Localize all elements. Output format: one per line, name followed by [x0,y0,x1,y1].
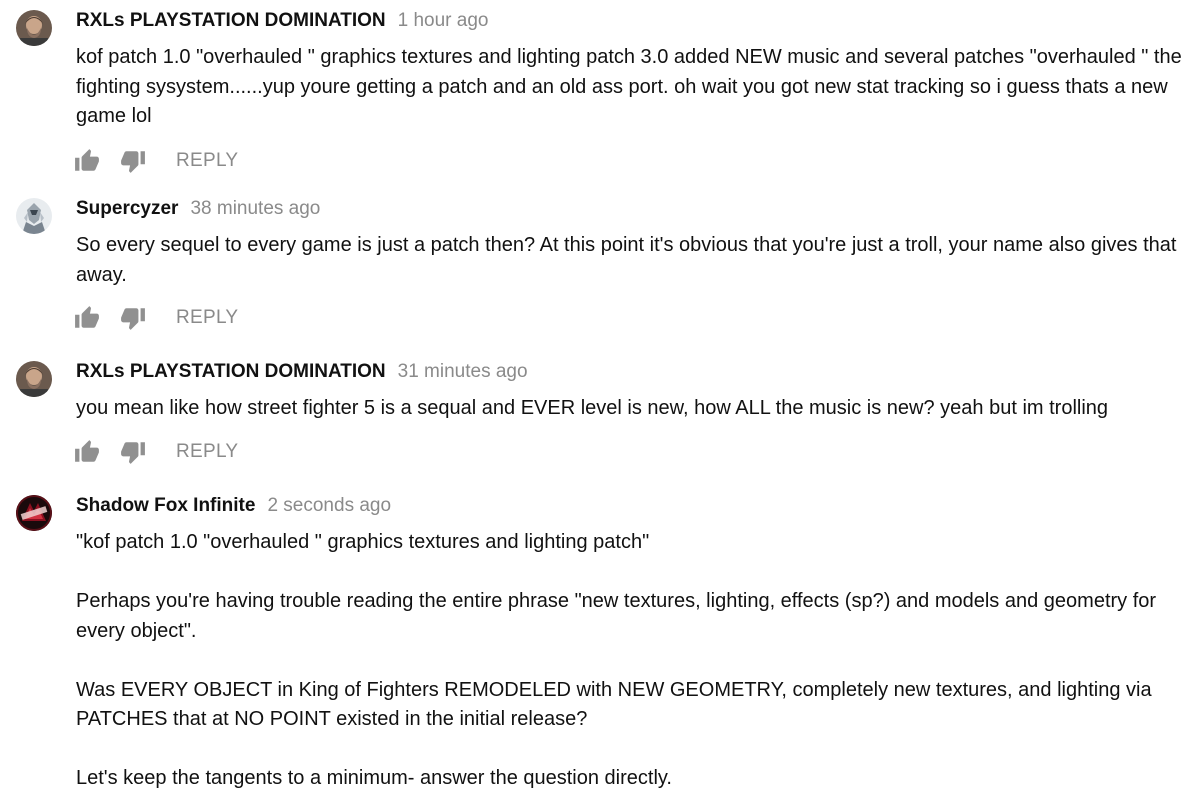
avatar[interactable] [16,495,52,531]
avatar[interactable] [16,10,52,46]
fox-logo-avatar-icon [16,495,52,531]
comment-time[interactable]: 2 seconds ago [267,493,391,519]
comment-text: So every sequel to every game is just a … [76,231,1186,290]
avatar[interactable] [16,361,52,397]
comment-text: you mean like how street fighter 5 is a … [76,394,1186,424]
comment-time[interactable]: 31 minutes ago [398,359,528,385]
armored-figure-avatar-icon [16,198,52,234]
comment-body: Supercyzer 38 minutes ago So every seque… [76,196,1186,290]
comment-paragraph: Perhaps you're having trouble reading th… [76,590,1157,642]
reply-button[interactable]: REPLY [176,307,238,329]
comment-paragraph: "kof patch 1.0 "overhauled " graphics te… [76,531,650,553]
comment-body: Shadow Fox Infinite 2 seconds ago "kof p… [76,493,1186,794]
thumbs-down-icon[interactable] [120,305,146,331]
comment-author[interactable]: Shadow Fox Infinite [76,493,255,519]
comment-paragraph: Let's keep the tangents to a minimum- an… [76,767,672,789]
thumbs-down-icon[interactable] [120,439,146,465]
comment-header: Supercyzer 38 minutes ago [76,196,1186,222]
comment-actions: REPLY [74,147,1186,175]
comment-time[interactable]: 1 hour ago [398,8,489,34]
comment-actions: REPLY [74,304,1186,332]
thumbs-down-icon[interactable] [120,148,146,174]
comment-paragraph: So every sequel to every game is just a … [76,234,1177,286]
reply-button[interactable]: REPLY [176,441,238,463]
comment-author[interactable]: Supercyzer [76,196,178,222]
comment-body: RXLs PLAYSTATION DOMINATION 31 minutes a… [76,359,1186,424]
comment-text: kof patch 1.0 "overhauled " graphics tex… [76,43,1186,132]
thumbs-up-icon[interactable] [74,305,100,331]
comment-author[interactable]: RXLs PLAYSTATION DOMINATION [76,8,386,34]
comment-header: RXLs PLAYSTATION DOMINATION 1 hour ago [76,8,1186,34]
comment-paragraph: kof patch 1.0 "overhauled " graphics tex… [76,46,1182,127]
comment-time[interactable]: 38 minutes ago [190,196,320,222]
comment-text: "kof patch 1.0 "overhauled " graphics te… [76,528,1186,794]
thumbs-up-icon[interactable] [74,439,100,465]
comment-actions: REPLY [74,438,1186,466]
thumbs-up-icon[interactable] [74,148,100,174]
comment-paragraph: you mean like how street fighter 5 is a … [76,397,1109,419]
comment-header: Shadow Fox Infinite 2 seconds ago [76,493,1186,519]
avatar[interactable] [16,198,52,234]
bearded-man-avatar-icon [16,10,52,46]
comment-header: RXLs PLAYSTATION DOMINATION 31 minutes a… [76,359,1186,385]
reply-button[interactable]: REPLY [176,150,238,172]
bearded-man-avatar-icon [16,361,52,397]
comment-paragraph: Was EVERY OBJECT in King of Fighters REM… [76,678,1152,731]
comment-body: RXLs PLAYSTATION DOMINATION 1 hour ago k… [76,8,1186,132]
comment-author[interactable]: RXLs PLAYSTATION DOMINATION [76,359,386,385]
